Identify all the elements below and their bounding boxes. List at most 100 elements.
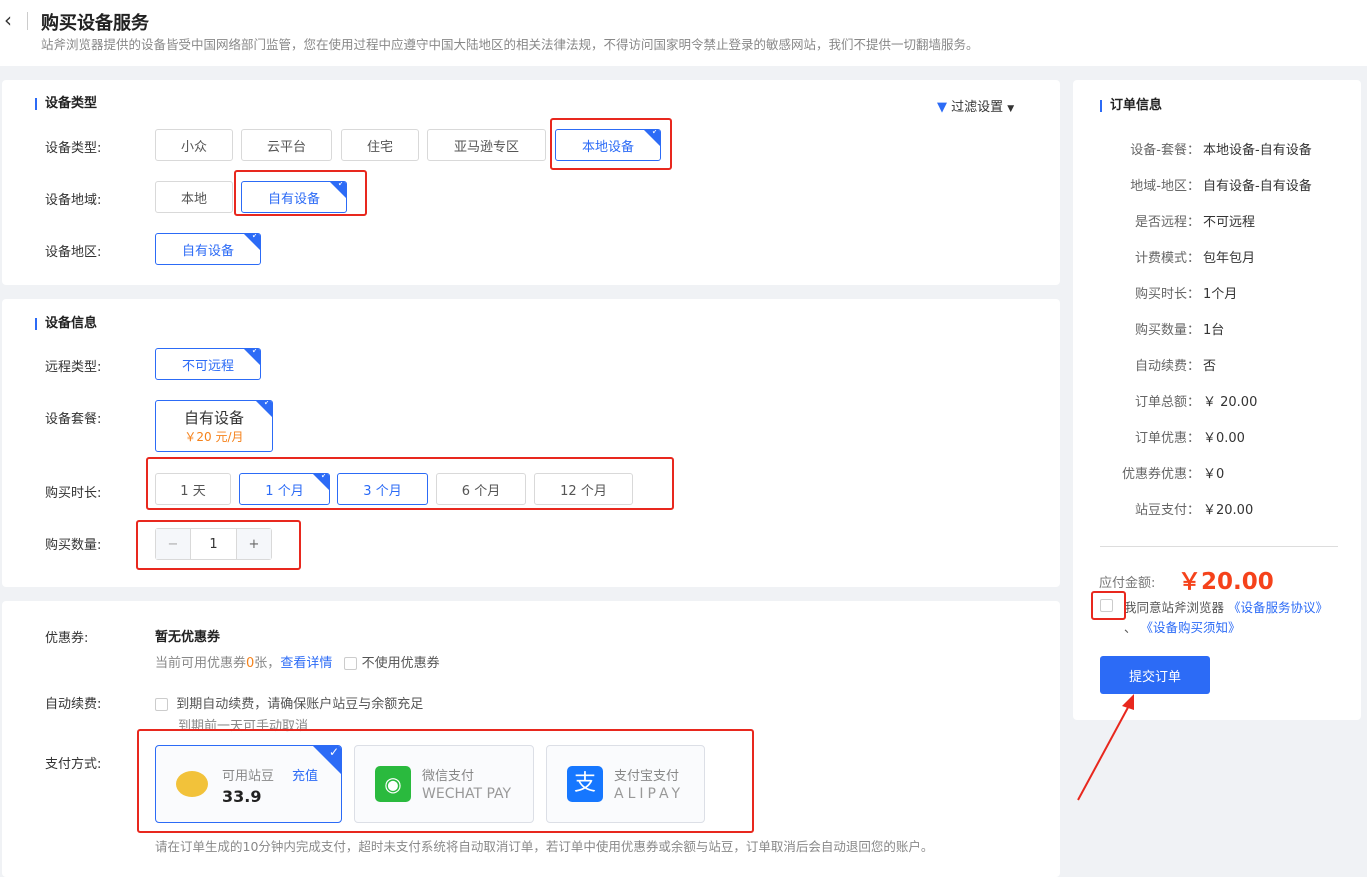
domain-option[interactable]: 本地 — [155, 181, 233, 213]
check-icon: ✓ — [328, 745, 339, 759]
order-row-key: 设备-套餐： — [1130, 143, 1200, 158]
filter-icon: ▼ — [937, 100, 947, 115]
order-row-value: 否 — [1203, 359, 1217, 374]
filter-settings-button[interactable]: ▼ 过滤设置 ▼ — [937, 96, 1014, 115]
alipay-icon: 支 — [567, 766, 603, 802]
package-option-selected[interactable]: 自有设备 ￥20 元/月 — [155, 400, 273, 452]
type-option[interactable]: 云平台 — [241, 129, 332, 161]
coupon-info: 当前可用优惠券0张，查看详情 不使用优惠券 — [155, 652, 440, 671]
order-row-value: ￥0 — [1203, 467, 1225, 482]
package-name: 自有设备 — [183, 409, 244, 427]
back-icon[interactable]: ‹ — [4, 8, 12, 32]
pay-bean-option[interactable]: ✓ 可用站豆 充值 33.9 — [155, 745, 342, 823]
alipay-title: 支付宝支付 — [614, 769, 680, 784]
annotation-arrow-icon — [1077, 694, 1134, 801]
order-row-key: 优惠券优惠： — [1121, 467, 1200, 482]
separator: 、 — [1124, 620, 1137, 635]
order-row-key: 购买时长： — [1134, 287, 1200, 302]
decrement-button[interactable]: − — [156, 529, 190, 559]
order-row-value: 自有设备-自有设备 — [1203, 179, 1312, 194]
filter-label: 过滤设置 — [951, 100, 1004, 115]
section-title: 设备信息 — [35, 317, 97, 330]
coupon-suffix: 张， — [254, 656, 281, 671]
order-row-value: 本地设备-自有设备 — [1203, 143, 1312, 158]
order-row-value: ￥20.00 — [1203, 503, 1254, 518]
divider — [27, 12, 28, 30]
duration-option[interactable]: 1 天 — [155, 473, 231, 505]
order-row-key: 自动续费： — [1134, 359, 1200, 374]
agree-text: 我同意站斧浏览器 — [1124, 600, 1225, 615]
region-option-selected[interactable]: 自有设备 — [155, 233, 261, 265]
submit-order-button[interactable]: 提交订单 — [1100, 656, 1210, 694]
quantity-input[interactable]: 1 — [190, 529, 237, 559]
label: 设备地域: — [45, 193, 102, 208]
agree-checkbox[interactable] — [1100, 599, 1113, 612]
view-details-link[interactable]: 查看详情 — [280, 656, 332, 671]
domain-option-selected[interactable]: 自有设备 — [241, 181, 347, 213]
order-row-key: 地域-地区： — [1130, 179, 1200, 194]
divider — [1100, 546, 1338, 547]
label: 设备地区: — [45, 245, 102, 260]
order-row-key: 是否远程： — [1134, 215, 1200, 230]
pay-alipay-option[interactable]: 支 支付宝支付 ALIPAY — [546, 745, 705, 823]
label: 购买时长: — [45, 486, 102, 501]
order-row-key: 购买数量： — [1134, 323, 1200, 338]
order-row-key: 订单总额： — [1134, 395, 1200, 410]
order-row-value: ￥ 20.00 — [1203, 395, 1258, 410]
no-coupon-label: 不使用优惠券 — [361, 656, 440, 671]
bean-amount: 33.9 — [222, 787, 262, 806]
order-row-value: 1个月 — [1203, 287, 1238, 302]
wechat-title: 微信支付 — [422, 769, 475, 784]
label: 自动续费: — [45, 697, 102, 712]
quantity-stepper: − 1 + — [155, 528, 272, 560]
package-price: ￥20 元/月 — [184, 430, 244, 444]
label: 设备套餐: — [45, 412, 102, 427]
label: 优惠券: — [45, 631, 89, 646]
order-row-key: 站豆支付： — [1134, 503, 1200, 518]
auto-renew-hint: 到期前一天可手动取消 — [178, 719, 309, 734]
type-option[interactable]: 亚马逊专区 — [427, 129, 546, 161]
legal-notice: 站斧浏览器提供的设备皆受中国网络部门监管，您在使用过程中应遵守中国大陆地区的相关… — [41, 37, 979, 52]
duration-option-selected[interactable]: 1 个月 — [239, 473, 330, 505]
duration-option[interactable]: 12 个月 — [534, 473, 633, 505]
coupon-prefix: 当前可用优惠券 — [155, 656, 247, 671]
remote-option-selected[interactable]: 不可远程 — [155, 348, 261, 380]
payment-footnote: 请在订单生成的10分钟内完成支付，超时未支付系统将自动取消订单，若订单中使用优惠… — [155, 839, 934, 854]
order-row-value: 不可远程 — [1203, 215, 1256, 230]
wechat-icon: ◉ — [375, 766, 411, 802]
auto-renew-option[interactable]: 到期自动续费，请确保账户站豆与余额充足 — [155, 693, 423, 712]
order-row-value: ￥0.00 — [1203, 431, 1245, 446]
order-row-value: 包年包月 — [1203, 251, 1256, 266]
duration-option[interactable]: 3 个月 — [337, 473, 428, 505]
no-coupon-checkbox[interactable] — [344, 657, 358, 670]
type-option[interactable]: 住宅 — [341, 129, 419, 161]
label: 支付方式: — [45, 757, 102, 772]
recharge-link[interactable]: 充值 — [292, 765, 318, 784]
type-option-selected[interactable]: 本地设备 — [555, 129, 661, 161]
pay-wechat-option[interactable]: ◉ 微信支付 WECHAT PAY — [354, 745, 534, 823]
coupon-status: 暂无优惠券 — [155, 630, 221, 645]
type-option[interactable]: 小众 — [155, 129, 233, 161]
label: 远程类型: — [45, 360, 102, 375]
bean-title: 可用站豆 — [222, 769, 275, 784]
order-row-value: 1台 — [1203, 323, 1225, 338]
bean-icon — [176, 771, 208, 797]
label: 购买数量: — [45, 538, 102, 553]
wechat-en: WECHAT PAY — [422, 786, 512, 802]
auto-renew-checkbox[interactable] — [155, 698, 168, 711]
service-agreement-link[interactable]: 《设备服务协议》 — [1228, 600, 1328, 615]
increment-button[interactable]: + — [237, 529, 271, 559]
section-title: 订单信息 — [1100, 99, 1162, 112]
order-row-key: 订单优惠： — [1134, 431, 1200, 446]
due-label: 应付金额: — [1099, 576, 1156, 591]
order-row-key: 计费模式： — [1134, 251, 1200, 266]
agreement-text: 我同意站斧浏览器 《设备服务协议》 、 《设备购买须知》 — [1124, 598, 1339, 638]
duration-option[interactable]: 6 个月 — [436, 473, 526, 505]
caret-down-icon: ▼ — [1007, 104, 1015, 114]
purchase-notice-link[interactable]: 《设备购买须知》 — [1141, 620, 1241, 635]
page-header: ‹ 购买设备服务 站斧浏览器提供的设备皆受中国网络部门监管，您在使用过程中应遵守… — [0, 0, 1367, 66]
page-title: 购买设备服务 — [41, 13, 149, 34]
section-title: 设备类型 — [35, 97, 97, 110]
alipay-en: ALIPAY — [614, 786, 685, 802]
due-amount: ￥20.00 — [1178, 569, 1274, 595]
